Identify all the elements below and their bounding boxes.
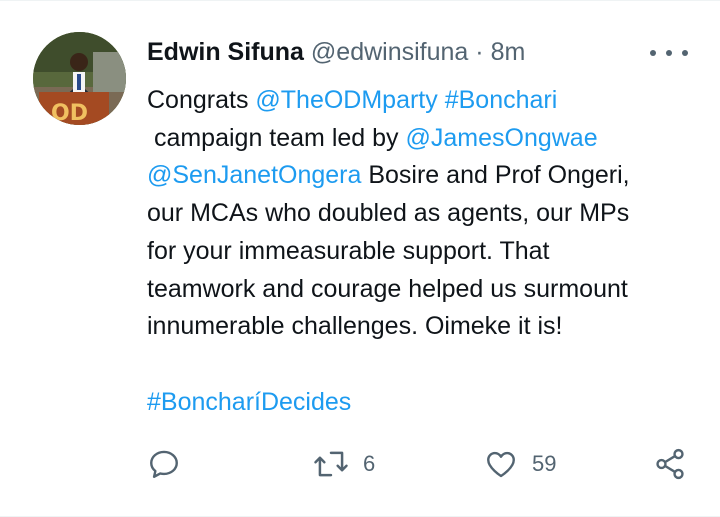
tweet-text-segment: Congrats: [147, 86, 256, 114]
like-button[interactable]: 59: [484, 444, 556, 484]
retweet-icon: [314, 451, 348, 477]
avatar-image: OD: [33, 32, 126, 125]
hashtag-link[interactable]: #BoncharíDecides: [147, 388, 351, 416]
tweet-text: Congrats @TheODMparty #Bonchari campaign…: [147, 82, 707, 421]
mention-link[interactable]: @SenJanetOngera: [147, 161, 361, 189]
tweet-text-segment: for your immeasurable support. That: [147, 236, 550, 265]
tweet-text-segment: campaign team led by: [147, 123, 406, 152]
reply-button[interactable]: [147, 444, 181, 484]
svg-text:OD: OD: [51, 101, 88, 125]
reply-icon: [150, 450, 178, 478]
hashtag-link[interactable]: #Bonchari: [445, 86, 558, 114]
like-count: 59: [532, 451, 557, 476]
author-name[interactable]: Edwin Sifuna: [147, 38, 304, 66]
more-options-icon[interactable]: [650, 41, 688, 65]
tweet-text-segment: teamwork and courage helped us surmount: [147, 274, 628, 303]
tweet-line: innumerable challenges. Oimeke it is!: [147, 308, 707, 346]
mention-link[interactable]: @JamesOngwae: [405, 124, 597, 152]
tweet-text-segment: innumerable challenges. Oimeke it is!: [147, 312, 563, 341]
tweet-line: [147, 346, 707, 384]
tweet-line: teamwork and courage helped us surmount: [147, 271, 707, 309]
author-handle[interactable]: @edwinsifuna: [311, 38, 468, 66]
tweet-card[interactable]: OD Edwin Sifuna @edwinsifuna · 8m Congra…: [0, 0, 720, 517]
share-icon: [656, 448, 684, 480]
share-button[interactable]: [653, 444, 687, 484]
tweet-line: #BoncharíDecides: [147, 384, 707, 422]
heart-icon: [487, 451, 515, 478]
tweet-line: for your immeasurable support. That: [147, 233, 707, 271]
tweet-line: campaign team led by @JamesOngwae: [147, 120, 707, 158]
tweet-header: Edwin Sifuna @edwinsifuna · 8m: [147, 36, 525, 68]
retweet-button[interactable]: 6: [313, 444, 375, 484]
tweet-line: @SenJanetOngera Bosire and Prof Ongeri,: [147, 157, 707, 195]
tweet-line: Congrats @TheODMparty #Bonchari: [147, 82, 707, 120]
tweet-text-segment: [147, 350, 154, 378]
tweet-line: our MCAs who doubled as agents, our MPs: [147, 195, 707, 233]
avatar[interactable]: OD: [33, 32, 126, 125]
header-separator: ·: [475, 38, 484, 66]
tweet-actions: 6 59: [147, 444, 692, 484]
retweet-count: 6: [363, 451, 376, 476]
tweet-text-segment: Bosire and Prof Ongeri,: [361, 161, 630, 190]
tweet-text-segment: our MCAs who doubled as agents, our MPs: [147, 199, 630, 228]
mention-link[interactable]: @TheODMparty: [255, 86, 437, 114]
tweet-timestamp[interactable]: 8m: [491, 38, 526, 66]
tweet-text-segment: [438, 86, 445, 114]
